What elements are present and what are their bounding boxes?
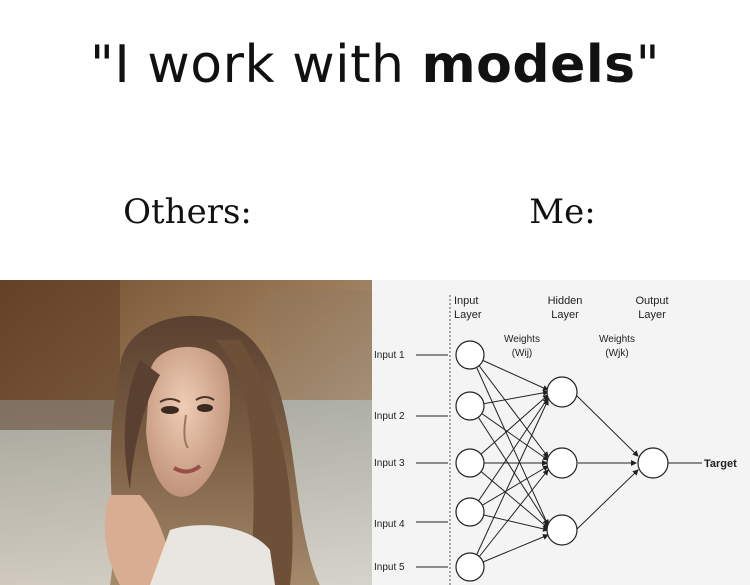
hidden-layer-title-1: Hidden <box>548 295 583 307</box>
hidden-node-3 <box>546 514 578 546</box>
input-node-4 <box>455 497 485 527</box>
input-node-3 <box>455 448 485 478</box>
input-labels: Input 1 Input 2 Input 3 Input 4 Input 5 <box>374 350 448 573</box>
weights-label-2: Weights <box>599 334 635 345</box>
caption-emphasis: models <box>421 35 636 95</box>
hidden-node-1 <box>546 376 578 408</box>
neural-network-svg: Input Layer Hidden Layer Output Layer We… <box>374 295 737 585</box>
input-label-5: Input 5 <box>374 562 405 573</box>
hidden-layer-title-2: Layer <box>551 309 579 321</box>
hidden-output-connections <box>575 394 639 531</box>
input-label-1: Input 1 <box>374 350 405 361</box>
output-layer-title-1: Output <box>635 295 668 307</box>
others-label: Others: <box>123 192 252 232</box>
output-layer-title-2: Layer <box>638 309 666 321</box>
input-label-2: Input 2 <box>374 411 405 422</box>
caption-text-start: "I work with <box>89 35 422 95</box>
input-node-2 <box>455 391 485 421</box>
neural-network-diagram: Input Layer Hidden Layer Output Layer We… <box>372 280 750 585</box>
weights-label-1: Weights <box>504 334 540 345</box>
woman-photo <box>0 280 372 585</box>
input-label-3: Input 3 <box>374 458 405 469</box>
input-layer-title-2: Layer <box>454 309 482 321</box>
input-node-1 <box>455 340 485 370</box>
hidden-node-2 <box>546 447 578 479</box>
input-node-5 <box>455 552 485 582</box>
woman-photo-illustration <box>0 280 372 585</box>
weights-symbol-2: (Wjk) <box>605 348 628 359</box>
output-node <box>637 447 669 479</box>
input-label-4: Input 4 <box>374 519 405 530</box>
target-label: Target <box>704 458 737 470</box>
meme-caption: "I work with models" <box>0 30 750 100</box>
input-layer-title-1: Input <box>454 295 478 307</box>
weights-symbol-1: (Wij) <box>512 348 533 359</box>
caption-text-end: " <box>635 35 661 95</box>
me-label: Me: <box>529 192 596 232</box>
